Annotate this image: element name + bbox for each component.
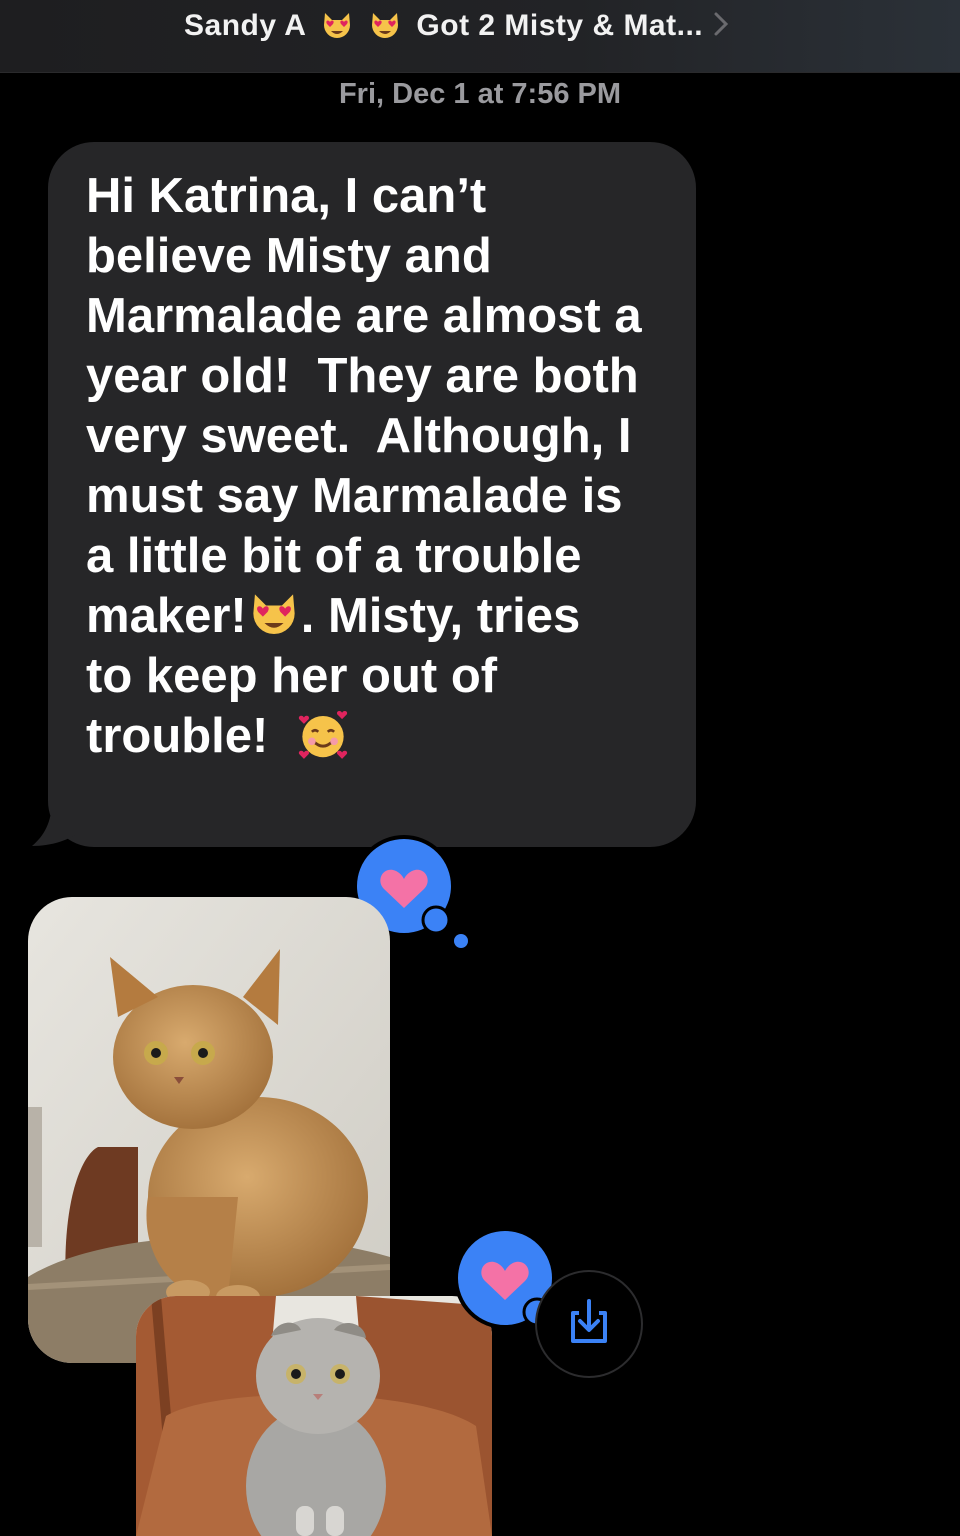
conversation-header[interactable]: Sandy A Got 2 Misty & Mat... [0, 0, 960, 73]
heart-eyes-cat-icon [247, 588, 301, 642]
heart-eyes-cat-icon [368, 9, 402, 43]
chevron-right-icon[interactable] [713, 11, 729, 42]
bubble-tail [32, 800, 82, 846]
message-text-part-1: Hi Katrina, I can’t believe Misty and Ma… [86, 169, 642, 643]
smiling-face-with-hearts-icon [296, 708, 350, 762]
download-icon [564, 1297, 614, 1352]
conversation-title: Got 2 Misty & Mat... [416, 9, 704, 42]
contact-name: Sandy A [184, 9, 307, 42]
header-title-row[interactable]: Sandy A Got 2 Misty & Mat... [184, 6, 729, 46]
heart-eyes-cat-icon [320, 9, 354, 43]
message-timestamp: Fri, Dec 1 at 7:56 PM [338, 78, 622, 110]
save-photo-button[interactable] [535, 1270, 643, 1378]
grey-scottish-fold-cat-photo[interactable] [136, 1296, 492, 1536]
orange-cat-photo[interactable] [28, 897, 390, 1363]
message-text: Hi Katrina, I can’t believe Misty and Ma… [86, 166, 676, 766]
